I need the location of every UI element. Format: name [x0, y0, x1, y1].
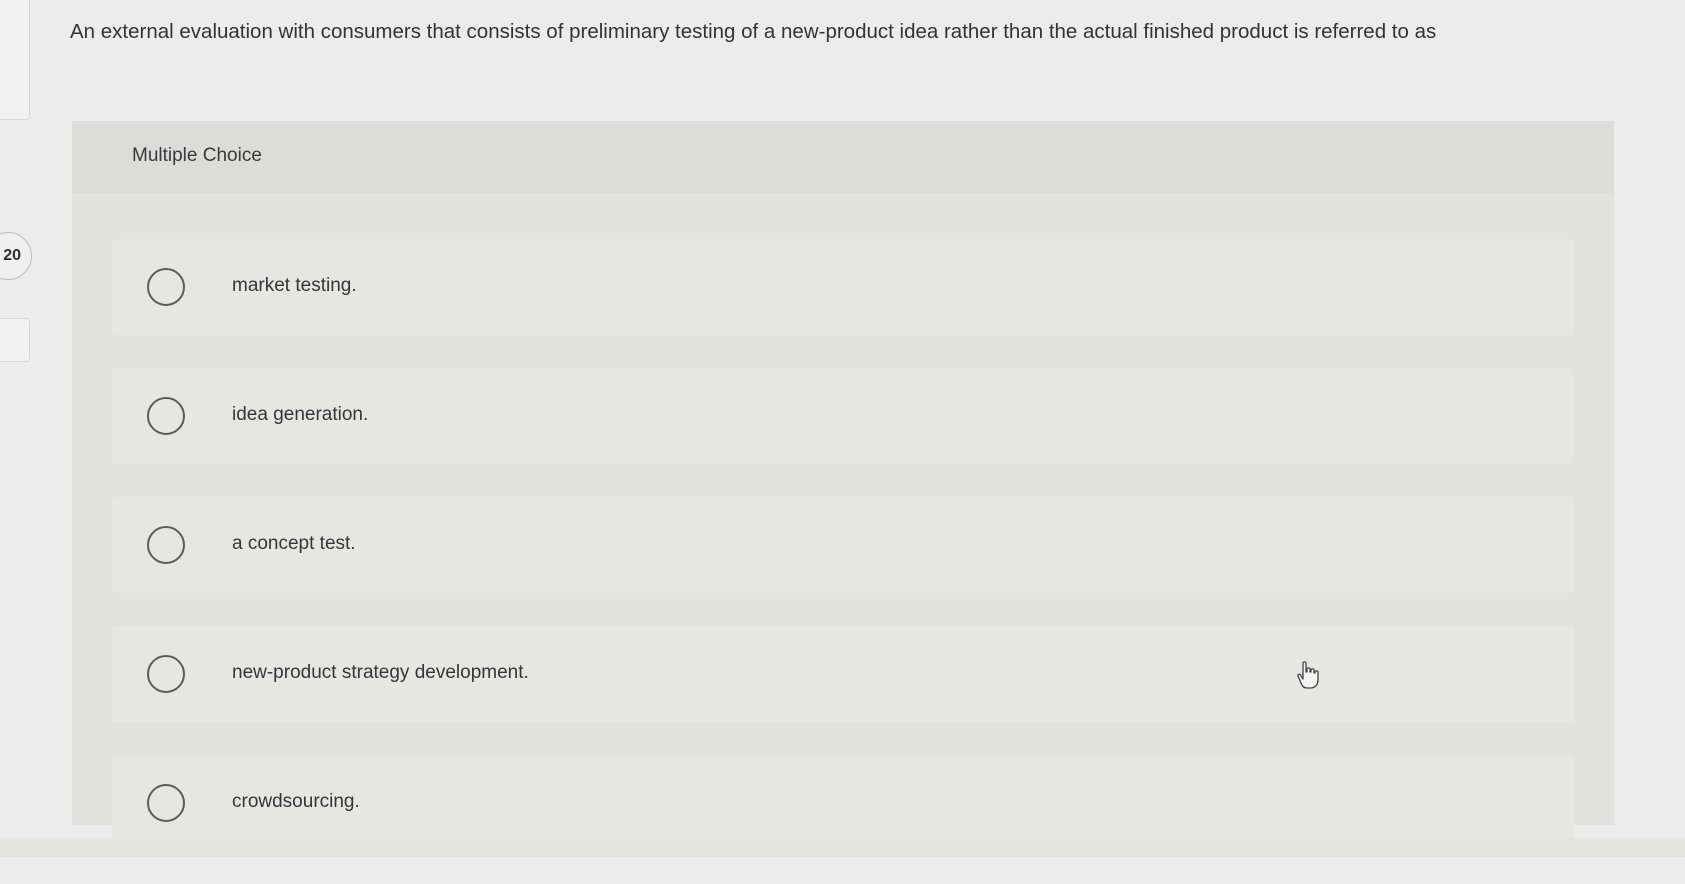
bottom-edge: [0, 838, 1685, 857]
answer-option-label: idea generation.: [232, 404, 369, 425]
question-nav-box-lower[interactable]: [0, 318, 30, 362]
question-nav-box[interactable]: [0, 0, 30, 120]
choice-type-label: Multiple Choice: [132, 145, 262, 166]
question-prompt: An external evaluation with consumers th…: [70, 20, 1437, 43]
radio-button[interactable]: [147, 397, 185, 435]
radio-button[interactable]: [147, 655, 185, 693]
answer-option-label: market testing.: [232, 275, 357, 296]
multiple-choice-panel: Multiple Choice market testing. idea gen…: [72, 121, 1614, 851]
answer-option-concept-test[interactable]: a concept test.: [112, 497, 1574, 593]
answer-option-idea-generation[interactable]: idea generation.: [112, 368, 1574, 464]
radio-button[interactable]: [147, 268, 185, 306]
left-rail: [0, 0, 30, 857]
answer-option-label: crowdsourcing.: [232, 791, 360, 812]
answer-options: market testing. idea generation. a conce…: [112, 239, 1574, 884]
answer-option-strategy-development[interactable]: new-product strategy development.: [112, 626, 1574, 722]
radio-button[interactable]: [147, 526, 185, 564]
answer-option-label: a concept test.: [232, 533, 356, 554]
choice-header: Multiple Choice: [72, 121, 1614, 193]
answer-option-market-testing[interactable]: market testing.: [112, 239, 1574, 335]
hand-pointer-icon: [1296, 660, 1322, 690]
radio-button[interactable]: [147, 784, 185, 822]
answer-option-label: new-product strategy development.: [232, 662, 529, 683]
answer-option-crowdsourcing[interactable]: crowdsourcing.: [112, 755, 1574, 851]
